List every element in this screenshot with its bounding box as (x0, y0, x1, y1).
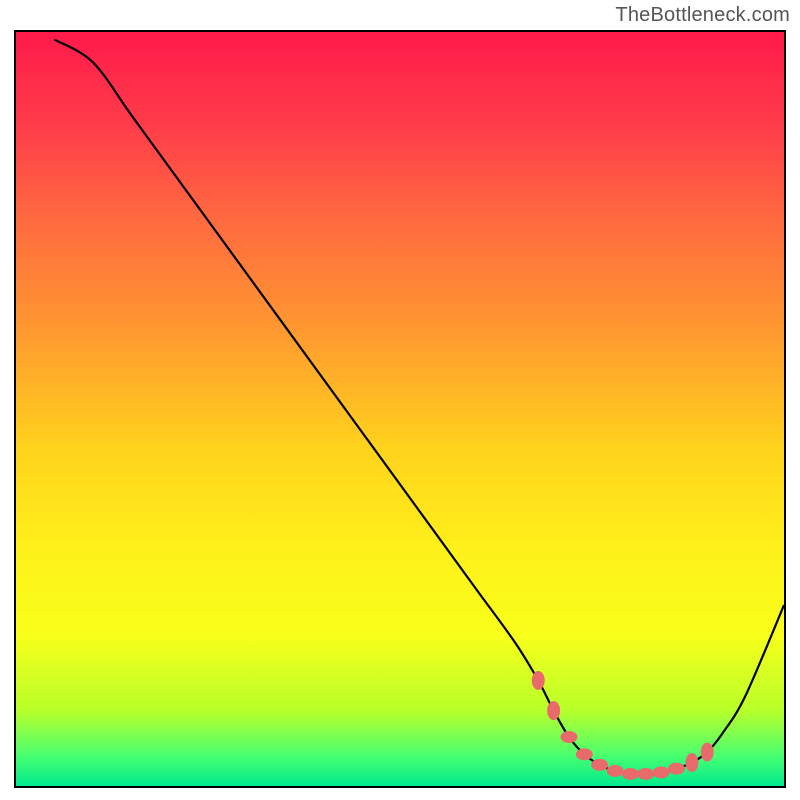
gradient-background (16, 32, 784, 786)
marker-dot (653, 766, 670, 778)
attribution-text: TheBottleneck.com (615, 4, 790, 27)
chart-container: TheBottleneck.com (0, 0, 800, 800)
marker-dot (532, 671, 545, 690)
plot-frame (14, 30, 786, 788)
marker-dot (668, 763, 685, 775)
marker-dot (685, 753, 698, 772)
marker-dot (622, 768, 639, 780)
marker-dot (701, 743, 714, 762)
marker-dot (561, 731, 578, 743)
marker-dot (607, 765, 624, 777)
marker-dot (547, 701, 560, 720)
bottleneck-chart (16, 32, 784, 786)
marker-dot (591, 759, 608, 771)
marker-dot (637, 768, 654, 780)
marker-dot (576, 748, 593, 760)
